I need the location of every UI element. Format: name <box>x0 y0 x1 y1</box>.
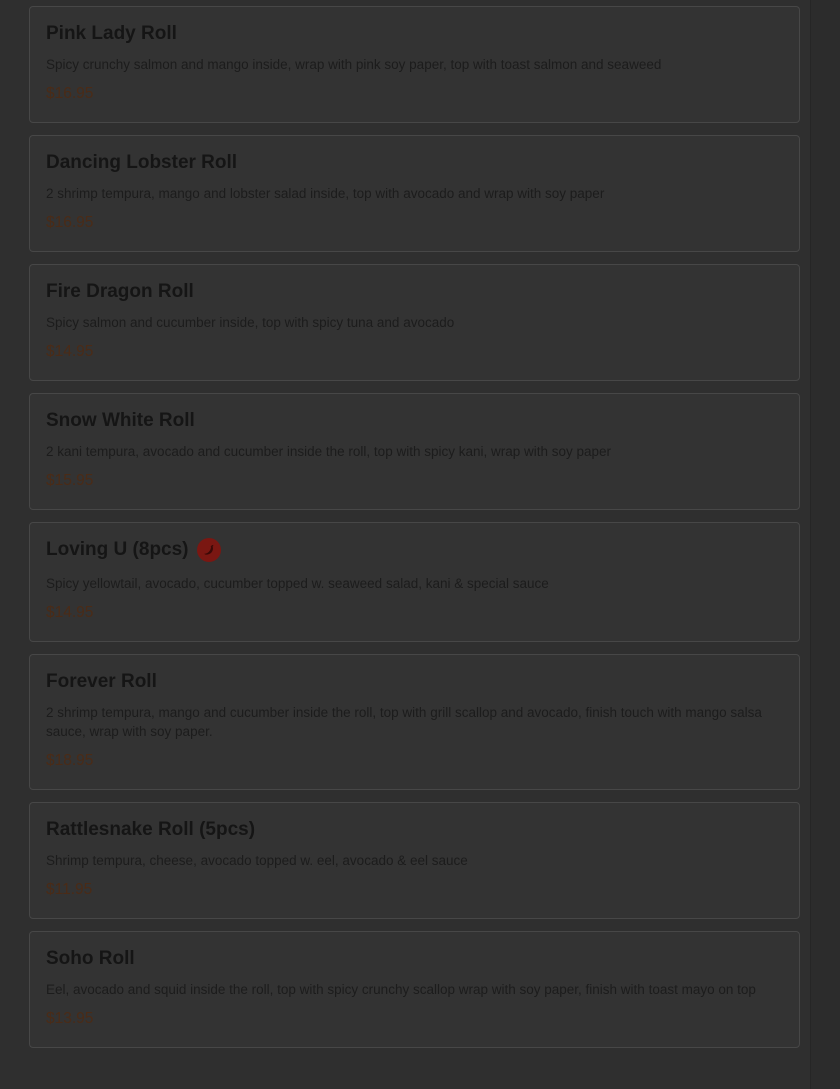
menu-item-description: Spicy crunchy salmon and mango inside, w… <box>46 57 662 72</box>
menu-item-name: Soho Roll <box>46 948 135 969</box>
menu-item-name: Loving U (8pcs) <box>46 539 189 560</box>
menu-item-card[interactable]: Dancing Lobster Roll 2 shrimp tempura, m… <box>29 135 800 252</box>
menu-item-card[interactable]: Pink Lady Roll Spicy crunchy salmon and … <box>29 6 800 123</box>
menu-item-description: 2 shrimp tempura, mango and lobster sala… <box>46 186 605 201</box>
menu-item-name: Pink Lady Roll <box>46 23 177 44</box>
menu-item-description: Spicy salmon and cucumber inside, top wi… <box>46 315 455 330</box>
menu-item-card[interactable]: Soho Roll Eel, avocado and squid inside … <box>29 931 800 1048</box>
menu-item-list: Pink Lady Roll Spicy crunchy salmon and … <box>29 6 800 1060</box>
menu-item-name: Forever Roll <box>46 671 157 692</box>
menu-item-card[interactable]: Snow White Roll 2 kani tempura, avocado … <box>29 393 800 510</box>
menu-item-card[interactable]: Loving U (8pcs) Spicy yellowtail, avocad… <box>29 522 800 642</box>
menu-item-price: $11.95 <box>46 881 93 898</box>
menu-item-description: 2 kani tempura, avocado and cucumber ins… <box>46 444 612 459</box>
menu-item-title: Forever Roll <box>46 670 783 694</box>
menu-item-description: 2 shrimp tempura, mango and cucumber ins… <box>46 705 762 739</box>
menu-item-name: Rattlesnake Roll (5pcs) <box>46 819 256 840</box>
scrollbar-track[interactable] <box>810 0 840 1089</box>
menu-item-name: Fire Dragon Roll <box>46 281 194 302</box>
menu-item-card[interactable]: Fire Dragon Roll Spicy salmon and cucumb… <box>29 264 800 381</box>
menu-item-price: $18.95 <box>46 752 94 769</box>
menu-item-price: $16.95 <box>46 214 94 231</box>
menu-item-price: $14.95 <box>46 343 94 360</box>
menu-item-description: Shrimp tempura, cheese, avocado topped w… <box>46 853 468 868</box>
menu-item-title: Dancing Lobster Roll <box>46 151 783 175</box>
menu-item-title: Rattlesnake Roll (5pcs) <box>46 818 783 842</box>
menu-item-price: $16.95 <box>46 85 94 102</box>
menu-item-title: Loving U (8pcs) <box>46 538 783 562</box>
spicy-pepper-icon <box>196 538 221 562</box>
menu-item-description: Eel, avocado and squid inside the roll, … <box>46 982 756 997</box>
menu-item-name: Dancing Lobster Roll <box>46 152 238 173</box>
menu-item-title: Snow White Roll <box>46 409 783 433</box>
menu-item-price: $15.95 <box>46 472 94 489</box>
menu-item-price: $13.95 <box>46 1010 94 1027</box>
menu-item-card[interactable]: Rattlesnake Roll (5pcs) Shrimp tempura, … <box>29 802 800 919</box>
menu-item-title: Soho Roll <box>46 947 783 971</box>
menu-item-title: Fire Dragon Roll <box>46 280 783 304</box>
menu-item-name: Snow White Roll <box>46 410 195 431</box>
menu-item-card[interactable]: Forever Roll 2 shrimp tempura, mango and… <box>29 654 800 790</box>
menu-item-price: $14.95 <box>46 604 94 621</box>
menu-item-description: Spicy yellowtail, avocado, cucumber topp… <box>46 576 549 591</box>
menu-item-title: Pink Lady Roll <box>46 22 783 46</box>
